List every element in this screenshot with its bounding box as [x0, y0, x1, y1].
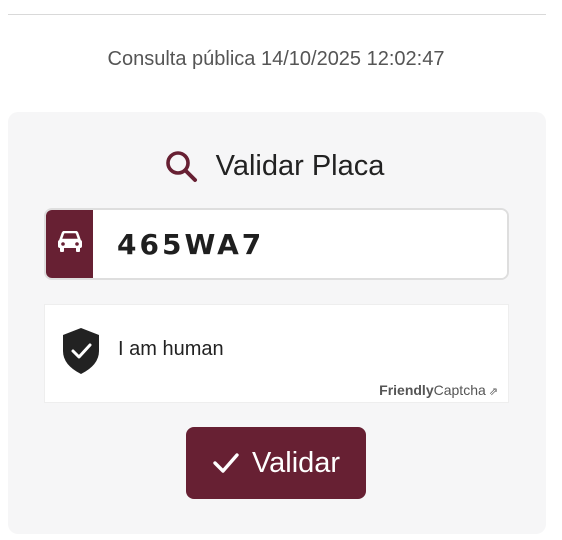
- validate-button[interactable]: Validar: [186, 427, 366, 499]
- search-icon: [164, 149, 198, 183]
- validate-plate-card: Validar Placa 465WA7 I am human Friendly…: [8, 112, 546, 534]
- captcha-brand-light: Captcha: [433, 382, 486, 398]
- plate-input[interactable]: [93, 210, 507, 278]
- plate-input-group: [44, 208, 509, 280]
- consultation-timestamp: Consulta pública 14/10/2025 12:02:47: [107, 48, 445, 70]
- car-icon: [57, 230, 83, 258]
- validate-button-label: Validar: [251, 446, 341, 479]
- plate-addon: [46, 210, 93, 278]
- checkmark-icon: [213, 453, 239, 473]
- card-header: Validar Placa: [8, 144, 546, 188]
- friendly-captcha-widget: I am human FriendlyCaptcha ⇗: [44, 304, 509, 403]
- captcha-brand-strong: Friendly: [379, 382, 434, 398]
- captcha-status-text: I am human: [118, 338, 224, 360]
- friendly-captcha-link[interactable]: FriendlyCaptcha ⇗: [379, 382, 498, 398]
- card-title: Validar Placa: [215, 149, 385, 182]
- top-divider: [8, 14, 546, 15]
- page: Consulta pública 14/10/2025 12:02:47 Val…: [0, 0, 562, 540]
- shield-check-icon: [61, 327, 101, 375]
- external-link-icon: ⇗: [488, 386, 498, 398]
